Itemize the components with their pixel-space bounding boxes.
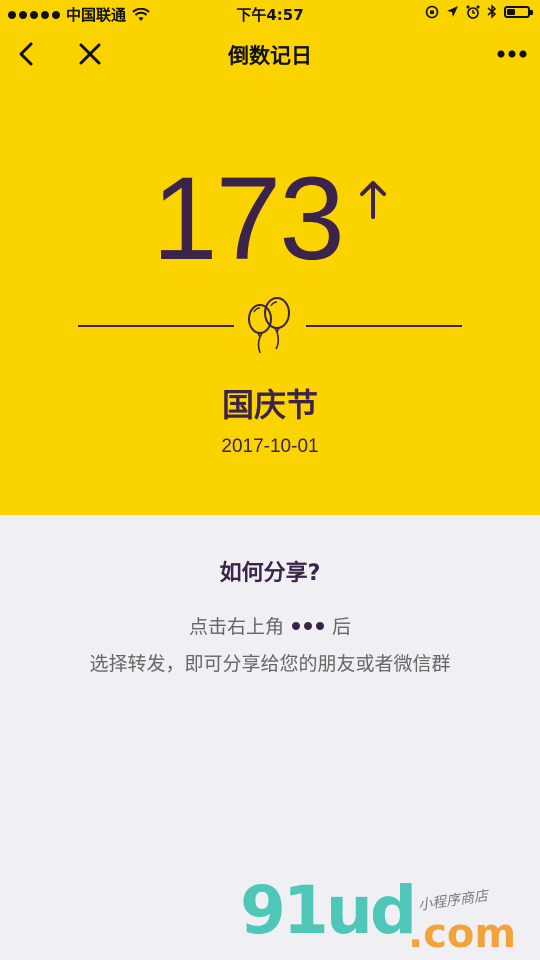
countdown-display: 173 xyxy=(0,160,540,278)
share-instruction-1: 点击右上角 后 xyxy=(0,612,540,639)
divider-right xyxy=(306,325,462,327)
share-line1-suffix: 后 xyxy=(332,616,352,638)
more-dots-icon xyxy=(497,50,527,58)
orientation-lock-icon xyxy=(425,5,439,18)
status-bar: 中国联通 下午4:57 xyxy=(0,0,540,28)
bluetooth-icon xyxy=(487,4,497,19)
share-line1-prefix: 点击右上角 xyxy=(188,616,284,638)
alarm-icon xyxy=(466,5,480,19)
watermark-logo: 91ud 小程序商店 .com xyxy=(240,878,540,960)
balloons-icon xyxy=(248,297,290,354)
countdown-header: 中国联通 下午4:57 倒数记日 173 国庆节 2017-10-01 xyxy=(0,0,540,515)
event-name: 国庆节 xyxy=(221,386,318,424)
arrow-up-icon xyxy=(359,181,386,219)
more-button[interactable] xyxy=(494,36,530,72)
divider-left xyxy=(78,325,234,327)
page-title: 倒数记日 xyxy=(228,44,312,68)
nav-bar: 倒数记日 xyxy=(0,28,540,80)
more-dots-icon xyxy=(292,621,324,630)
location-icon xyxy=(447,6,458,17)
watermark-domain: .com xyxy=(408,911,517,957)
days-count: 173 xyxy=(152,153,345,285)
share-title: 如何分享? xyxy=(219,561,321,586)
share-instruction-2: 选择转发，即可分享给您的朋友或者微信群 xyxy=(89,653,451,675)
event-date: 2017-10-01 xyxy=(221,436,319,457)
battery-icon xyxy=(504,5,533,18)
watermark-brand: 91ud xyxy=(240,872,417,949)
